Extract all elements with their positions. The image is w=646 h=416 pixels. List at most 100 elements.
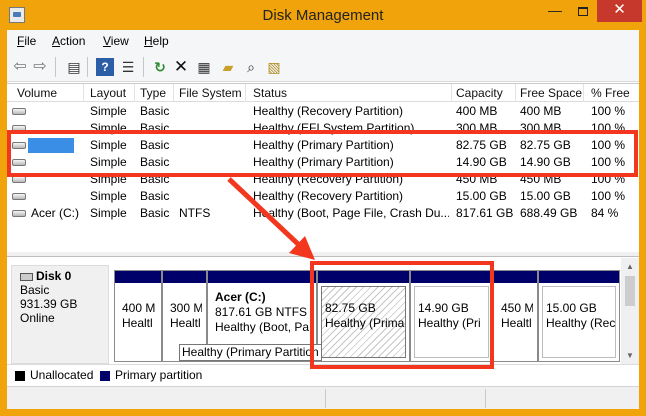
selected-volume-name[interactable] (28, 138, 74, 153)
volume-row[interactable]: Simple Basic Healthy (Primary Partition)… (7, 137, 639, 154)
volume-capacity: 15.00 GB (456, 189, 507, 203)
volume-percent-free: 100 % (591, 138, 626, 152)
console-tree-icon[interactable]: ▤ (65, 58, 83, 76)
volume-row[interactable]: Simple Basic Healthy (Primary Partition)… (7, 154, 639, 171)
partition-bar (163, 271, 206, 283)
column-divider (515, 84, 516, 102)
volume-free-space: 688.49 GB (520, 206, 578, 220)
partition-bar (539, 271, 619, 283)
volume-type: Basic (140, 121, 170, 135)
maximize-button[interactable] (569, 0, 597, 22)
volume-icon (12, 159, 26, 166)
partition-body: 82.75 GB Healthy (Prima (321, 286, 406, 358)
volume-row[interactable]: Simple Basic Healthy (Recovery Partition… (7, 188, 639, 205)
volume-row[interactable]: Simple Basic Healthy (Recovery Partition… (7, 103, 639, 120)
delete-icon[interactable]: ✕ (172, 58, 190, 76)
disk-management-window: Disk Management — ✕ File Action View Hel… (0, 0, 646, 416)
partition-bar (318, 271, 409, 283)
partition-block[interactable]: 400 M Healtl (114, 270, 162, 362)
disk-0-label[interactable]: Disk 0 Basic 931.39 GB Online (11, 265, 109, 364)
column-header-percent-free[interactable]: % Free (591, 86, 630, 100)
volume-percent-free: 100 % (591, 172, 626, 186)
properties-icon[interactable]: ▦ (195, 58, 213, 76)
partition-size: 400 M (122, 301, 156, 315)
column-divider (83, 84, 84, 102)
volume-percent-free: 84 % (591, 206, 619, 220)
column-divider (173, 84, 174, 102)
volume-status: Healthy (Boot, Page File, Crash Du... (253, 206, 449, 220)
disk-name: Disk 0 (36, 269, 72, 283)
menu-action[interactable]: Action (52, 34, 85, 48)
partition-block-selected[interactable]: 82.75 GB Healthy (Prima (317, 270, 410, 362)
refresh-icon[interactable]: ↻ (151, 58, 169, 76)
column-divider (134, 84, 135, 102)
volume-capacity: 82.75 GB (456, 138, 507, 152)
partition-status: Healtl (501, 316, 532, 330)
toolbar-separator (143, 57, 144, 77)
volume-row[interactable]: Simple Basic Healthy (Recovery Partition… (7, 171, 639, 188)
partition-size: 14.90 GB (418, 301, 469, 315)
volume-layout: Simple (90, 121, 127, 135)
vertical-scrollbar[interactable]: ▲ ▼ (621, 258, 639, 365)
toolbar-separator (87, 57, 88, 77)
partition-bar (115, 271, 161, 283)
minimize-button[interactable]: — (541, 0, 569, 22)
volume-percent-free: 100 % (591, 155, 626, 169)
volume-icon (12, 176, 26, 183)
partition-block[interactable]: 450 M Healtl (493, 270, 538, 362)
column-header-layout[interactable]: Layout (90, 86, 126, 100)
menu-bar: File Action View Help (7, 30, 639, 52)
close-button[interactable]: ✕ (597, 0, 642, 22)
status-bar-separator (485, 389, 486, 408)
volume-layout: Simple (90, 206, 127, 220)
forward-arrow-icon[interactable]: ⇨ (31, 58, 49, 76)
partition-bar (411, 271, 492, 283)
column-header-capacity[interactable]: Capacity (456, 86, 503, 100)
legend-unallocated: Unallocated (30, 368, 94, 382)
back-arrow-icon[interactable]: ⇦ (11, 58, 29, 76)
partition-status: Healthy (Rec (546, 316, 616, 330)
volume-type: Basic (140, 172, 170, 186)
partition-body: 15.00 GB Healthy (Rec (542, 286, 616, 358)
search-icon[interactable]: ⌕ (242, 58, 260, 76)
volume-row[interactable]: Simple Basic Healthy (EFI System Partiti… (7, 120, 639, 137)
help-icon[interactable]: ? (96, 58, 114, 76)
volume-free-space: 15.00 GB (520, 189, 571, 203)
list-view-icon[interactable]: ☰ (119, 58, 137, 76)
volume-free-space: 300 MB (520, 121, 562, 135)
volume-row[interactable]: Acer (C:) Simple Basic NTFS Healthy (Boo… (7, 205, 639, 222)
partition-status: Healthy (Pri (418, 316, 481, 330)
volume-layout: Simple (90, 104, 127, 118)
volume-percent-free: 100 % (591, 121, 626, 135)
settings-icon[interactable]: ▧ (265, 58, 283, 76)
partition-status: Healtl (122, 316, 153, 330)
partition-body: 400 M Healtl (118, 286, 158, 358)
column-header-status[interactable]: Status (253, 86, 287, 100)
scroll-up-arrow-icon[interactable]: ▲ (626, 262, 634, 271)
open-folder-icon[interactable]: ▰ (219, 58, 237, 76)
volume-icon (12, 125, 26, 132)
volume-status: Healthy (Recovery Partition) (253, 104, 404, 118)
vertical-scroll-thumb[interactable] (625, 276, 635, 306)
menu-view[interactable]: View (103, 34, 129, 48)
partition-block[interactable]: 15.00 GB Healthy (Rec (538, 270, 620, 362)
volume-status: Healthy (EFI System Partition) (253, 121, 415, 135)
column-header-free-space[interactable]: Free Space (520, 86, 582, 100)
volume-free-space: 450 MB (520, 172, 562, 186)
volume-type: Basic (140, 206, 170, 220)
partition-block[interactable]: 14.90 GB Healthy (Pri (410, 270, 493, 362)
column-header-file-system[interactable]: File System (179, 86, 242, 100)
disk-map-pane: Disk 0 Basic 931.39 GB Online 400 M Heal… (7, 256, 639, 365)
column-header-type[interactable]: Type (140, 86, 166, 100)
column-header-volume[interactable]: Volume (17, 86, 57, 100)
volume-status: Healthy (Primary Partition) (253, 138, 394, 152)
title-bar[interactable]: Disk Management — ✕ (0, 0, 646, 30)
toolbar: ⇦ ⇨ ▤ ? ☰ ↻ ✕ ▦ ▰ ⌕ ▧ (7, 52, 639, 82)
volume-capacity: 450 MB (456, 172, 498, 186)
toolbar-separator (55, 57, 56, 77)
volume-type: Basic (140, 138, 170, 152)
menu-help[interactable]: Help (144, 34, 169, 48)
menu-file[interactable]: File (17, 34, 36, 48)
scroll-down-arrow-icon[interactable]: ▼ (626, 351, 634, 360)
volume-layout: Simple (90, 138, 127, 152)
